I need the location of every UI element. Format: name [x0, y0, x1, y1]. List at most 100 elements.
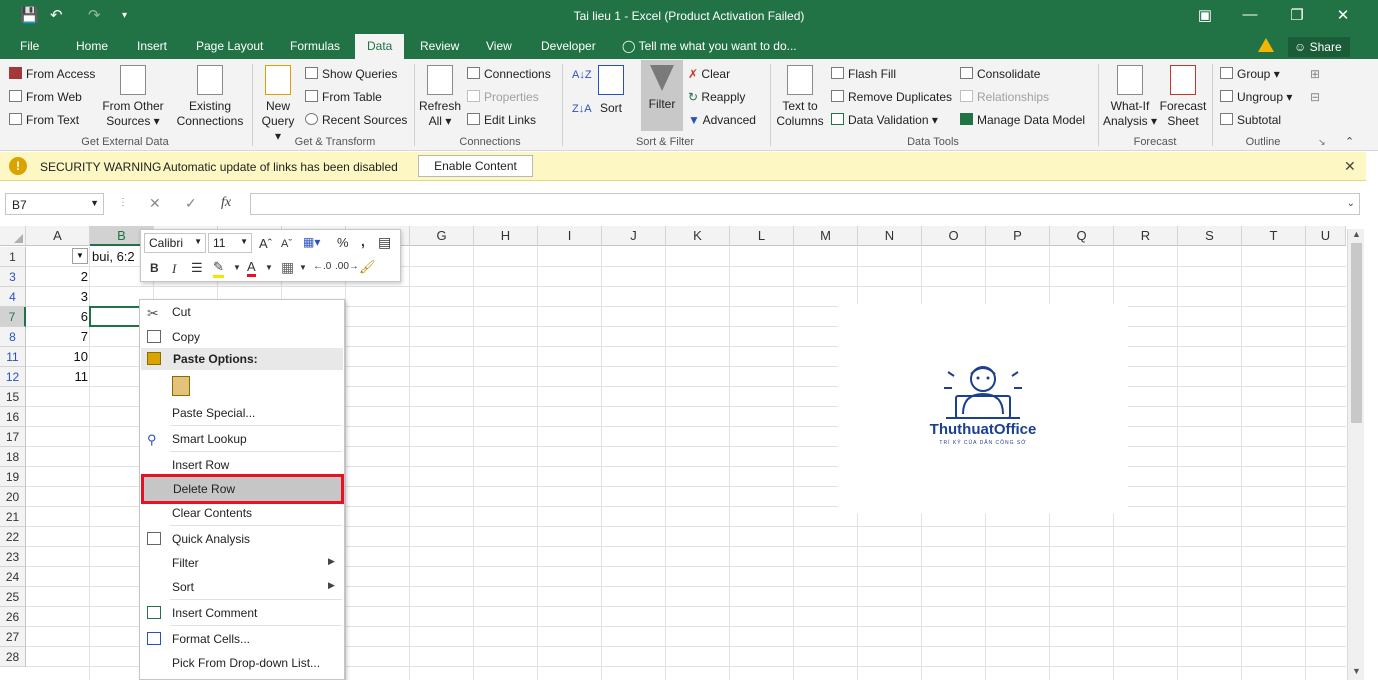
- insert-function-icon[interactable]: fx: [221, 195, 231, 211]
- name-box[interactable]: B7 ▼: [5, 193, 104, 215]
- row-header-12[interactable]: 12: [0, 367, 26, 387]
- scroll-up-icon[interactable]: ▲: [1352, 229, 1361, 239]
- format-painter-icon[interactable]: 🖌: [359, 259, 376, 275]
- column-header-h[interactable]: H: [474, 226, 538, 246]
- formula-input[interactable]: ⌄: [250, 193, 1360, 215]
- show-detail-icon[interactable]: ⊞: [1310, 67, 1320, 81]
- chevron-down-icon[interactable]: ▼: [265, 263, 273, 272]
- close-icon[interactable]: ✕: [1344, 158, 1356, 175]
- new-query-button[interactable]: New Query ▾: [258, 65, 298, 144]
- sort-z-a-icon[interactable]: Z↓A: [572, 103, 592, 115]
- consolidate-button[interactable]: Consolidate: [960, 67, 1040, 81]
- manage-data-model-button[interactable]: Manage Data Model: [960, 113, 1085, 127]
- align-center-icon[interactable]: ☰: [191, 260, 203, 276]
- show-queries-button[interactable]: Show Queries: [305, 67, 397, 81]
- menu-item-pick-from-list[interactable]: Pick From Drop-down List...: [140, 651, 344, 675]
- menu-item-paste-special[interactable]: Paste Special...: [140, 401, 344, 425]
- row-header-15[interactable]: 15: [0, 387, 26, 407]
- advanced-filter-button[interactable]: ▼ Advanced: [688, 113, 756, 127]
- column-header-u[interactable]: U: [1306, 226, 1346, 246]
- italic-icon[interactable]: I: [172, 261, 176, 277]
- paste-icon[interactable]: [172, 376, 190, 396]
- font-size-select[interactable]: 11 ▼: [208, 233, 252, 253]
- cell-b1[interactable]: bui, 6:2: [92, 247, 142, 267]
- font-name-select[interactable]: Calibri ▼: [144, 233, 206, 253]
- chevron-down-icon[interactable]: ▼: [233, 263, 241, 272]
- cell-a7[interactable]: 6: [26, 307, 88, 327]
- filter-dropdown-button[interactable]: ▼: [72, 248, 88, 264]
- flash-fill-button[interactable]: Flash Fill: [831, 67, 896, 81]
- percent-style-icon[interactable]: %: [337, 235, 349, 250]
- vertical-scrollbar[interactable]: ▲ ▼: [1347, 229, 1364, 680]
- menu-item-insert-comment[interactable]: Insert Comment: [140, 601, 344, 625]
- group-button[interactable]: Group ▾: [1220, 67, 1280, 81]
- row-header-20[interactable]: 20: [0, 487, 26, 507]
- maximize-icon[interactable]: ❐: [1287, 6, 1307, 24]
- tell-me-box[interactable]: ◯ Tell me what you want to do...: [622, 39, 797, 53]
- row-header-21[interactable]: 21: [0, 507, 26, 527]
- column-header-j[interactable]: J: [602, 226, 666, 246]
- row-header-25[interactable]: 25: [0, 587, 26, 607]
- hide-detail-icon[interactable]: ⊟: [1310, 90, 1320, 104]
- refresh-all-button[interactable]: Refresh All ▾: [418, 65, 462, 129]
- tab-developer[interactable]: Developer: [541, 39, 596, 53]
- collapse-ribbon-icon[interactable]: ⌃: [1345, 135, 1354, 148]
- text-to-columns-button[interactable]: Text to Columns: [775, 65, 825, 129]
- row-header-3[interactable]: 3: [0, 267, 26, 287]
- cell-a3[interactable]: 2: [26, 267, 88, 287]
- increase-font-icon[interactable]: Aˆ: [259, 236, 272, 251]
- what-if-analysis-button[interactable]: What-If Analysis ▾: [1102, 65, 1158, 129]
- row-header-11[interactable]: 11: [0, 347, 26, 367]
- column-header-q[interactable]: Q: [1050, 226, 1114, 246]
- menu-item-copy[interactable]: Copy: [140, 325, 344, 349]
- enter-icon[interactable]: ✓: [185, 195, 197, 212]
- column-header-k[interactable]: K: [666, 226, 730, 246]
- column-header-s[interactable]: S: [1178, 226, 1242, 246]
- column-header-l[interactable]: L: [730, 226, 794, 246]
- ungroup-button[interactable]: Ungroup ▾: [1220, 90, 1292, 104]
- scrollbar-thumb[interactable]: [1351, 243, 1362, 423]
- row-header-18[interactable]: 18: [0, 447, 26, 467]
- cell-a8[interactable]: 7: [26, 327, 88, 347]
- share-button[interactable]: ☺ Share: [1288, 37, 1350, 57]
- warning-icon[interactable]: [1258, 38, 1274, 52]
- row-header-17[interactable]: 17: [0, 427, 26, 447]
- menu-item-format-cells[interactable]: Format Cells...: [140, 627, 344, 651]
- format-table-icon[interactable]: ▤: [378, 234, 391, 251]
- dialog-launcher-icon[interactable]: ↘: [1318, 137, 1326, 148]
- tab-review[interactable]: Review: [420, 39, 459, 53]
- tab-file[interactable]: File: [20, 39, 39, 53]
- tab-data[interactable]: Data: [355, 34, 405, 59]
- row-header-16[interactable]: 16: [0, 407, 26, 427]
- edit-links-button[interactable]: Edit Links: [467, 113, 536, 127]
- data-validation-button[interactable]: Data Validation ▾: [831, 113, 938, 127]
- decrease-decimal-icon[interactable]: .00→: [335, 261, 359, 272]
- row-header-4[interactable]: 4: [0, 287, 26, 307]
- column-header-n[interactable]: N: [858, 226, 922, 246]
- column-header-a[interactable]: A: [26, 226, 90, 246]
- properties-button[interactable]: Properties: [467, 90, 539, 104]
- menu-item-clear-contents[interactable]: Clear Contents: [140, 501, 344, 525]
- row-header-28[interactable]: 28: [0, 647, 26, 667]
- clear-filter-button[interactable]: ✗ Clear: [688, 67, 730, 81]
- row-header-8[interactable]: 8: [0, 327, 26, 347]
- minimize-icon[interactable]: —: [1240, 6, 1260, 23]
- font-color-icon[interactable]: A: [247, 259, 256, 277]
- recent-sources-button[interactable]: Recent Sources: [305, 113, 407, 127]
- column-header-p[interactable]: P: [986, 226, 1050, 246]
- column-header-o[interactable]: O: [922, 226, 986, 246]
- row-header-7[interactable]: 7: [0, 307, 26, 327]
- accounting-format-icon[interactable]: ▦▾: [303, 235, 320, 249]
- fill-color-icon[interactable]: ✎: [213, 259, 224, 278]
- column-header-g[interactable]: G: [410, 226, 474, 246]
- chevron-down-icon[interactable]: ▼: [90, 198, 99, 208]
- subtotal-button[interactable]: Subtotal: [1220, 113, 1281, 127]
- enable-content-button[interactable]: Enable Content: [418, 155, 533, 177]
- row-header-24[interactable]: 24: [0, 567, 26, 587]
- column-header-m[interactable]: M: [794, 226, 858, 246]
- scroll-down-icon[interactable]: ▼: [1352, 666, 1361, 676]
- reapply-button[interactable]: ↻ Reapply: [688, 90, 745, 104]
- from-access-button[interactable]: From Access: [9, 67, 95, 81]
- column-header-r[interactable]: R: [1114, 226, 1178, 246]
- close-icon[interactable]: ✕: [1333, 6, 1353, 24]
